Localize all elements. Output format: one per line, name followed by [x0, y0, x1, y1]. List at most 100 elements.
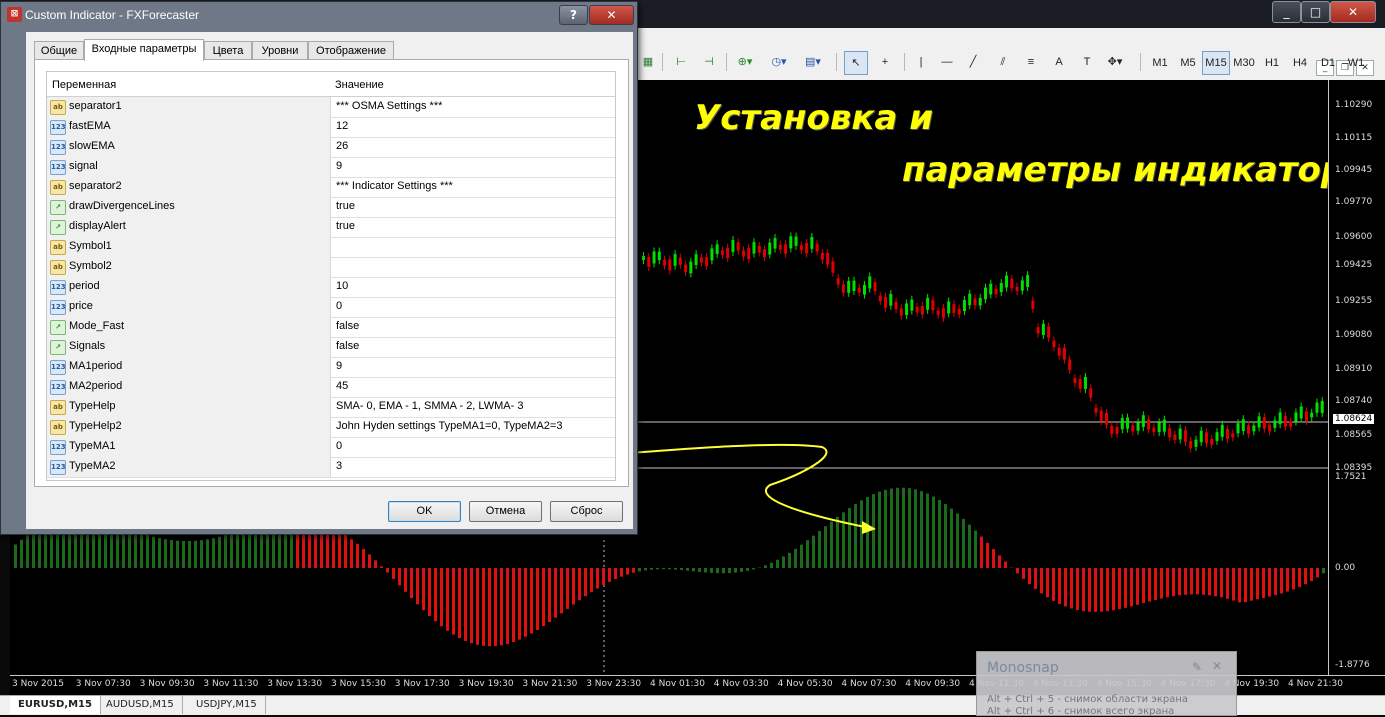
- param-value[interactable]: false: [336, 340, 359, 352]
- wrench-icon[interactable]: ✎: [1192, 660, 1202, 674]
- param-row[interactable]: abseparator2*** Indicator Settings ***: [47, 177, 615, 198]
- time-label: 3 Nov 11:30: [203, 679, 258, 689]
- param-value-cell[interactable]: *** Indicator Settings ***: [331, 177, 615, 197]
- column-value[interactable]: Значение: [335, 79, 384, 91]
- param-row[interactable]: 123price0: [47, 297, 615, 318]
- param-row[interactable]: abTypeHelp2John Hyden settings TypeMA1=0…: [47, 417, 615, 438]
- param-value[interactable]: 9: [336, 360, 342, 372]
- param-value[interactable]: *** OSMA Settings ***: [336, 100, 442, 112]
- param-row[interactable]: ↗Mode_Fastfalse: [47, 317, 615, 338]
- close-button[interactable]: ✕: [1330, 1, 1376, 23]
- timeframe-m30-button[interactable]: M30: [1230, 51, 1258, 75]
- horizontal-line-icon[interactable]: —: [936, 51, 958, 73]
- param-row[interactable]: 123MA1period9: [47, 357, 615, 378]
- dialog-close-button[interactable]: ✕: [589, 5, 634, 25]
- vertical-line-icon[interactable]: |: [910, 51, 932, 73]
- equidistant-channel-icon[interactable]: ⫽: [992, 51, 1014, 73]
- chart-tab[interactable]: EURUSD,M15: [10, 696, 101, 714]
- ok-button[interactable]: OK: [388, 501, 461, 522]
- param-row[interactable]: 123MA2period45: [47, 377, 615, 398]
- param-value-cell[interactable]: true: [331, 217, 615, 237]
- param-value-cell[interactable]: 10: [331, 277, 615, 297]
- tab-4[interactable]: Отображение: [308, 41, 394, 60]
- periods-icon[interactable]: ◷▾: [768, 51, 790, 73]
- param-value-cell[interactable]: SMA- 0, EMA - 1, SMMA - 2, LWMA- 3: [331, 397, 615, 417]
- param-value[interactable]: 45: [336, 380, 348, 392]
- param-value-cell[interactable]: 3: [331, 457, 615, 477]
- text-icon[interactable]: A: [1048, 51, 1070, 73]
- param-row[interactable]: ↗drawDivergenceLinestrue: [47, 197, 615, 218]
- chart-tab[interactable]: USDJPY,M15: [188, 696, 266, 714]
- param-value-cell[interactable]: 26: [331, 137, 615, 157]
- param-value[interactable]: 12: [336, 120, 348, 132]
- tab-2[interactable]: Цвета: [204, 41, 252, 60]
- indicators-icon[interactable]: ⊕▾: [734, 51, 756, 73]
- crosshair-icon[interactable]: +: [874, 51, 896, 73]
- arrows-icon[interactable]: ✥▾: [1104, 51, 1126, 73]
- monosnap-close-icon[interactable]: ✕: [1212, 659, 1222, 673]
- param-value-cell[interactable]: 0: [331, 437, 615, 457]
- text-label-icon[interactable]: T: [1076, 51, 1098, 73]
- timeframe-w1-button[interactable]: W1: [1342, 51, 1370, 75]
- param-value-cell[interactable]: 9: [331, 357, 615, 377]
- cancel-button[interactable]: Отмена: [469, 501, 542, 522]
- param-value-cell[interactable]: true: [331, 197, 615, 217]
- param-row[interactable]: abseparator1*** OSMA Settings ***: [47, 97, 615, 118]
- param-row[interactable]: abSymbol1: [47, 237, 615, 258]
- param-row[interactable]: 123period10: [47, 277, 615, 298]
- param-value[interactable]: 26: [336, 140, 348, 152]
- tile-icon[interactable]: ▦: [637, 51, 659, 73]
- param-value-cell[interactable]: 45: [331, 377, 615, 397]
- param-value[interactable]: false: [336, 320, 359, 332]
- param-value-cell[interactable]: 0: [331, 297, 615, 317]
- param-value[interactable]: *** Indicator Settings ***: [336, 180, 453, 192]
- param-value[interactable]: 0: [336, 300, 342, 312]
- timeframe-h4-button[interactable]: H4: [1286, 51, 1314, 75]
- param-row[interactable]: ↗Signalsfalse: [47, 337, 615, 358]
- param-value[interactable]: 0: [336, 440, 342, 452]
- param-value-cell[interactable]: 12: [331, 117, 615, 137]
- timeframe-m5-button[interactable]: M5: [1174, 51, 1202, 75]
- maximize-button[interactable]: □: [1301, 1, 1330, 23]
- param-value-cell[interactable]: *** OSMA Settings ***: [331, 97, 615, 117]
- tab-0[interactable]: Общие: [34, 41, 84, 60]
- timeframe-d1-button[interactable]: D1: [1314, 51, 1342, 75]
- trendline-icon[interactable]: ╱: [962, 51, 984, 73]
- timeframe-m1-button[interactable]: M1: [1146, 51, 1174, 75]
- param-value-cell[interactable]: 9: [331, 157, 615, 177]
- param-row[interactable]: abSymbol2: [47, 257, 615, 278]
- minimize-button[interactable]: _: [1272, 1, 1301, 23]
- param-value-cell[interactable]: [331, 237, 615, 257]
- param-value-cell[interactable]: false: [331, 337, 615, 357]
- param-value-cell[interactable]: John Hyden settings TypeMA1=0, TypeMA2=3: [331, 417, 615, 437]
- param-value[interactable]: 9: [336, 160, 342, 172]
- param-row[interactable]: 123TypeMA10: [47, 437, 615, 458]
- param-value[interactable]: 3: [336, 460, 342, 472]
- templates-icon[interactable]: ▤▾: [802, 51, 824, 73]
- param-row[interactable]: 123fastEMA12: [47, 117, 615, 138]
- autoscroll-icon[interactable]: ⊣: [698, 51, 720, 73]
- tab-1[interactable]: Входные параметры: [84, 39, 204, 61]
- column-variable[interactable]: Переменная: [52, 79, 116, 91]
- tab-3[interactable]: Уровни: [252, 41, 308, 60]
- param-row[interactable]: ↗displayAlerttrue: [47, 217, 615, 238]
- param-value[interactable]: true: [336, 220, 355, 232]
- param-row[interactable]: 123slowEMA26: [47, 137, 615, 158]
- param-row[interactable]: 123TypeMA23: [47, 457, 615, 478]
- param-value-cell[interactable]: false: [331, 317, 615, 337]
- timeframe-m15-button[interactable]: M15: [1202, 51, 1230, 75]
- param-value-cell[interactable]: [331, 257, 615, 277]
- param-value[interactable]: 10: [336, 280, 348, 292]
- fibonacci-icon[interactable]: ≡: [1020, 51, 1042, 73]
- param-value[interactable]: true: [336, 200, 355, 212]
- timeframe-h1-button[interactable]: H1: [1258, 51, 1286, 75]
- cursor-icon[interactable]: ↖: [844, 51, 868, 75]
- reset-button[interactable]: Сброс: [550, 501, 623, 522]
- param-row[interactable]: 123signal9: [47, 157, 615, 178]
- param-value[interactable]: SMA- 0, EMA - 1, SMMA - 2, LWMA- 3: [336, 400, 523, 412]
- chart-tab[interactable]: AUDUSD,M15: [98, 696, 183, 714]
- param-value[interactable]: John Hyden settings TypeMA1=0, TypeMA2=3: [336, 420, 562, 432]
- help-button[interactable]: ?: [559, 5, 588, 25]
- chart-shift-icon[interactable]: ⊢: [670, 51, 692, 73]
- param-row[interactable]: abTypeHelpSMA- 0, EMA - 1, SMMA - 2, LWM…: [47, 397, 615, 418]
